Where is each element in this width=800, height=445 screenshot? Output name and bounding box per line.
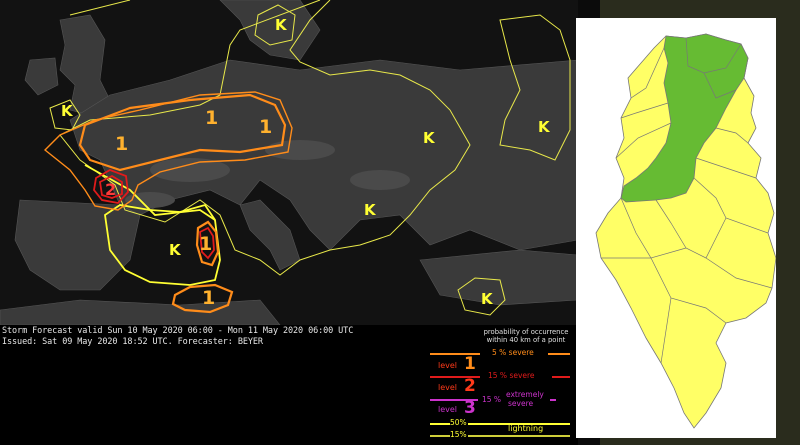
lightning-mark: K bbox=[275, 16, 288, 34]
europe-map: 1 1 1 1 1 2 K K K K K K K bbox=[0, 0, 578, 325]
storm-forecast-map: 1 1 1 1 1 2 K K K K K K K bbox=[0, 0, 578, 325]
legend-level-word: level bbox=[438, 383, 458, 392]
tunisia-map bbox=[595, 33, 777, 429]
legend-line-lightning-50 bbox=[430, 423, 450, 425]
legend-lightning-word: lightning bbox=[508, 424, 544, 433]
legend-level-word: level bbox=[438, 405, 458, 414]
lightning-mark: K bbox=[481, 290, 494, 308]
tunisia-map-card bbox=[576, 18, 777, 438]
legend-line-15pct bbox=[552, 376, 570, 378]
legend-15pct-text: 15 % bbox=[482, 395, 502, 404]
level-mark: 1 bbox=[202, 287, 215, 309]
legend-line-5pct bbox=[548, 353, 570, 355]
legend-severe: severe bbox=[508, 399, 534, 408]
lightning-mark: K bbox=[364, 201, 377, 219]
level-mark: 1 bbox=[115, 133, 128, 155]
legend-line-15pct-extreme bbox=[550, 399, 556, 401]
level-mark: 1 bbox=[205, 107, 218, 129]
legend-level2: 2 bbox=[464, 376, 476, 396]
legend: probability of occurrence within 40 km o… bbox=[428, 328, 576, 443]
legend-15pct-severe: 15 % severe bbox=[488, 371, 535, 380]
lightning-mark: K bbox=[169, 241, 182, 259]
issued-text: Issued: Sat 09 May 2020 18:52 UTC. Forec… bbox=[2, 337, 263, 347]
lightning-mark: K bbox=[61, 102, 74, 120]
lightning-mark: K bbox=[423, 129, 436, 147]
level-mark: 2 bbox=[105, 180, 116, 199]
legend-5pct-severe: 5 % severe bbox=[492, 348, 534, 357]
legend-lightning-15: 15% bbox=[450, 430, 467, 439]
legend-level1: 1 bbox=[464, 354, 476, 374]
level-mark: 1 bbox=[199, 233, 212, 255]
legend-level3: 3 bbox=[464, 398, 476, 418]
lightning-mark: K bbox=[538, 118, 551, 136]
legend-level-word: level bbox=[438, 361, 458, 370]
level-mark: 1 bbox=[259, 116, 272, 138]
forecast-info-bar: Storm Forecast valid Sun 10 May 2020 06:… bbox=[0, 325, 578, 445]
legend-line-lightning-15 bbox=[468, 435, 570, 437]
legend-header: within 40 km of a point bbox=[486, 336, 566, 344]
valid-time-text: Storm Forecast valid Sun 10 May 2020 06:… bbox=[2, 326, 354, 336]
legend-line-lightning-15 bbox=[430, 435, 450, 437]
legend-lightning-50: 50% bbox=[450, 418, 467, 427]
legend-extremely: extremely bbox=[506, 390, 544, 399]
